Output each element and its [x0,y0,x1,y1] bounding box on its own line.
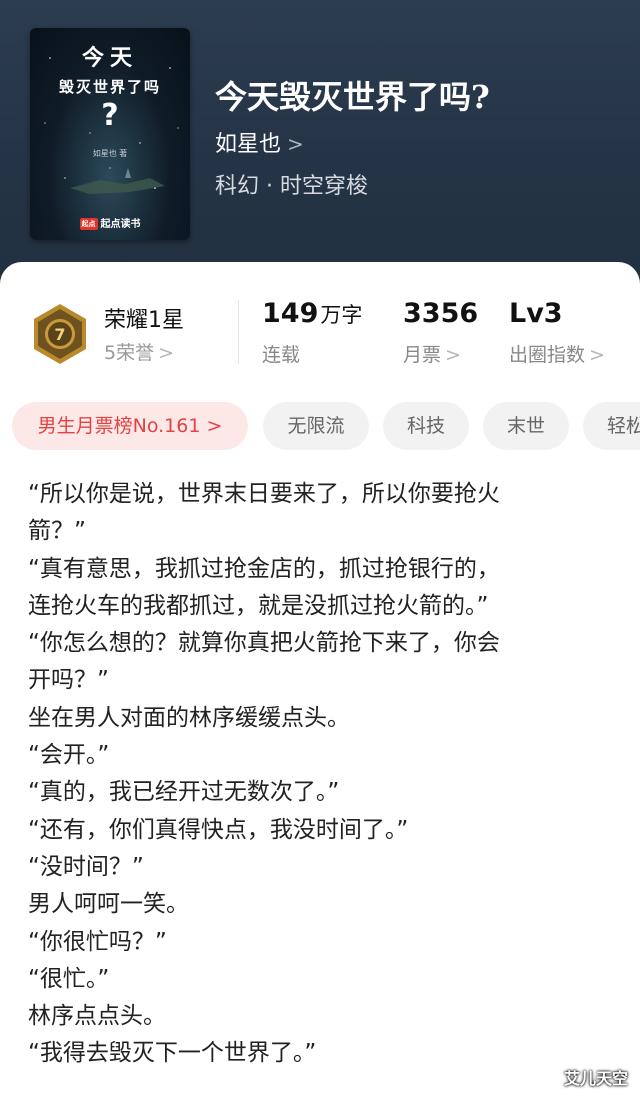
tag-qingsong[interactable]: 轻松 [583,402,640,450]
publisher-name: 起点读书 [100,219,141,230]
chevron-right-icon: > [445,344,461,366]
text-line: “你怎么想的？就算你真把火箭抢下来了，你会 [28,630,500,657]
text-line: 坐在男人对面的林序缓缓点头。 [28,704,350,731]
text-line: “很忙。” [28,965,110,992]
word-count-unit: 万字 [320,303,363,327]
watermark: 艾儿天空 [563,1069,628,1088]
chevron-right-icon: > [287,132,304,156]
tag-moshi[interactable]: 末世 [483,402,569,450]
cover-question-mark: ? [101,98,119,133]
word-count: 149万字 [262,298,362,329]
book-cover[interactable]: 今天 毁灭世界了吗 ? 如星也 著 起点 起点读书 [30,28,190,240]
cover-title-line2: 毁灭世界了吗 [58,78,161,96]
text-line: 连抢火车的我都抓过，就是没抓过抢火箭的。” [28,592,489,619]
publisher-badge: 起点 [79,218,98,230]
text-line: “还有，你们真得快点，我没时间了。” [28,816,409,843]
word-count-value: 149 [262,298,319,329]
text-line: “你很忙吗？” [28,928,167,955]
text-line: 男人呵呵一笑。 [28,891,189,918]
text-line: “我得去毁灭下一个世界了。” [28,1040,317,1067]
author-name: 如星也 [215,132,282,157]
text-line: “没时间？” [28,853,144,880]
author-link[interactable]: 如星也 > [215,126,304,158]
chevron-right-icon: > [158,342,175,364]
book-genre: 科幻 · 时空穿梭 [215,174,368,199]
chevron-right-icon: > [589,344,605,366]
text-line: “真的，我已经开过无数次了。” [28,779,340,806]
chapter-preview[interactable]: “所以你是说，世界末日要来了，所以你要抢火 箭？” “真有意思，我抓过抢金店的，… [28,476,608,1073]
text-line: 林序点点头。 [28,1003,166,1030]
text-line: “真有意思，我抓过抢金店的，抓过抢银行的， [28,555,500,582]
tag-keji[interactable]: 科技 [383,402,469,450]
popularity-level-value: Lv3 [509,298,563,329]
serial-status: 连载 [262,344,301,366]
cover-title-line1: 今天 [81,46,138,71]
monthly-tickets-value: 3356 [403,298,479,329]
popularity-index-link[interactable]: 出圈指数 > [509,340,605,367]
honor-title: 荣耀1星 [104,308,184,333]
text-line: 箭？” [28,518,86,545]
cover-publisher-logo: 起点 起点读书 [30,215,190,230]
tag-row: 男生月票榜No.161 > 无限流 科技 末世 轻松 [12,402,640,452]
monthly-tickets-link[interactable]: 月票 > [403,340,461,367]
monthly-tickets-label: 月票 [403,344,442,366]
book-detail-page: 今天 毁灭世界了吗 ? 如星也 著 起点 起点读书 今天毁灭世界了吗? 如星也 > … [0,0,640,1103]
book-header: 今天 毁灭世界了吗 ? 如星也 著 起点 起点读书 今天毁灭世界了吗? 如星也 > … [0,0,640,300]
book-info-card: 7 荣耀1星 5荣誉 > 149万字 连载 3356 月票 > Lv3 出圈指数 > … [0,262,640,1103]
stats-divider [238,300,239,364]
medal-icon[interactable]: 7 [30,302,90,366]
cover-author: 如星也 著 [92,149,128,158]
text-line: “会开。” [28,742,110,769]
svg-text:7: 7 [54,325,65,344]
popularity-index-label: 出圈指数 [509,344,586,366]
text-line: 开吗？” [28,667,109,694]
honor-count-link[interactable]: 5荣誉 > [104,338,174,365]
tag-rank[interactable]: 男生月票榜No.161 > [12,402,248,450]
honor-count: 5荣誉 [104,342,155,364]
tag-wuxianliu[interactable]: 无限流 [263,402,369,450]
book-title: 今天毁灭世界了吗? [215,78,490,116]
text-line: “所以你是说，世界末日要来了，所以你要抢火 [28,481,500,507]
